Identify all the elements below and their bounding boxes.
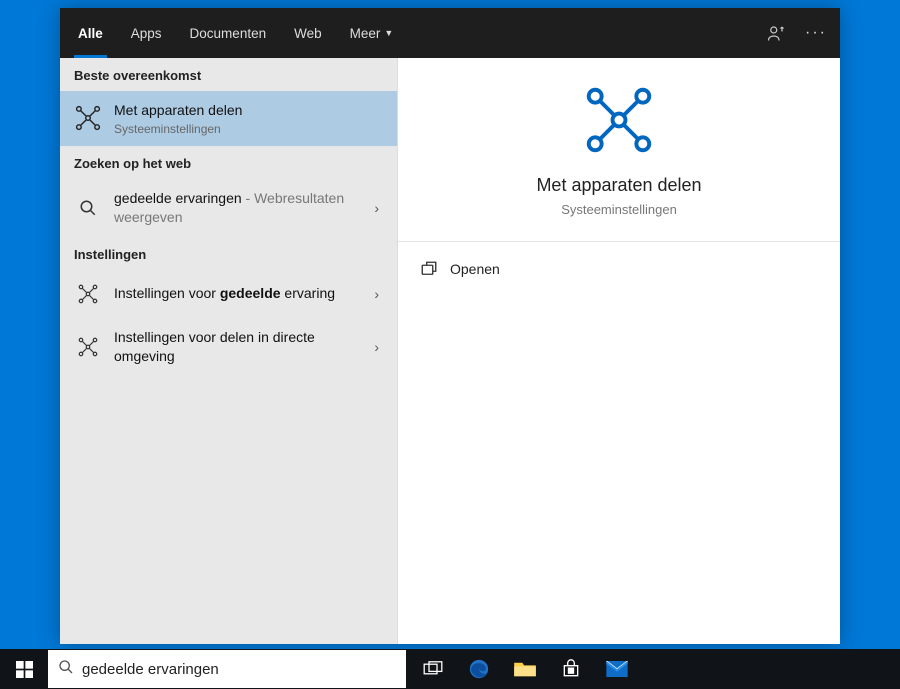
chevron-right-icon: › [370,200,383,216]
share-devices-icon [74,280,102,308]
nav-tab-all[interactable]: Alle [64,8,117,58]
mail-icon[interactable] [594,649,640,689]
result-settings-shared-experience[interactable]: Instellingen voor gedeelde ervaring › [60,270,397,318]
edge-browser-icon[interactable] [456,649,502,689]
share-devices-icon [585,86,653,159]
chevron-right-icon: › [370,286,383,302]
result-subtitle: Systeeminstellingen [114,122,383,136]
detail-subtitle: Systeeminstellingen [561,202,677,217]
windows-logo-icon [16,661,33,678]
result-web-search[interactable]: gedeelde ervaringen - Webresultaten weer… [60,179,397,237]
search-icon [58,659,74,679]
results-list: Beste overeenkomst Met apparaten delen S… [60,58,398,644]
file-explorer-icon[interactable] [502,649,548,689]
result-title: gedeelde ervaringen - Webresultaten weer… [114,189,370,227]
nav-label: Meer [350,26,381,41]
detail-title: Met apparaten delen [536,175,701,196]
feedback-icon[interactable] [756,24,796,42]
open-action[interactable]: Openen [420,256,818,282]
section-header-best: Beste overeenkomst [60,58,397,91]
result-best-match[interactable]: Met apparaten delen Systeeminstellingen [60,91,397,146]
nav-tab-web[interactable]: Web [280,8,336,58]
chevron-down-icon: ▼ [384,28,393,38]
taskbar [0,649,900,689]
start-button[interactable] [0,649,48,689]
start-search-panel: Alle Apps Documenten Web Meer▼ ··· Beste… [60,8,840,644]
nav-tab-more[interactable]: Meer▼ [336,8,408,58]
section-header-settings: Instellingen [60,237,397,270]
search-input[interactable] [82,661,396,678]
share-devices-icon [74,104,102,132]
result-title: Instellingen voor gedeelde ervaring [114,284,370,303]
result-title: Instellingen voor delen in directe omgev… [114,328,370,366]
nav-label: Alle [78,26,103,41]
detail-pane: Met apparaten delen Systeeminstellingen … [398,58,840,644]
search-icon [74,194,102,222]
result-title: Met apparaten delen [114,101,383,120]
section-header-web: Zoeken op het web [60,146,397,179]
nav-label: Documenten [190,26,267,41]
search-scope-nav: Alle Apps Documenten Web Meer▼ ··· [60,8,840,58]
taskbar-search-box[interactable] [48,650,406,688]
more-options-icon[interactable]: ··· [796,24,836,42]
action-label: Openen [450,261,500,277]
nav-tab-apps[interactable]: Apps [117,8,176,58]
nav-label: Apps [131,26,162,41]
microsoft-store-icon[interactable] [548,649,594,689]
task-view-button[interactable] [410,649,456,689]
share-devices-icon [74,333,102,361]
chevron-right-icon: › [370,339,383,355]
nav-tab-documents[interactable]: Documenten [176,8,281,58]
nav-label: Web [294,26,322,41]
open-icon [420,260,438,278]
result-settings-nearby-sharing[interactable]: Instellingen voor delen in directe omgev… [60,318,397,376]
